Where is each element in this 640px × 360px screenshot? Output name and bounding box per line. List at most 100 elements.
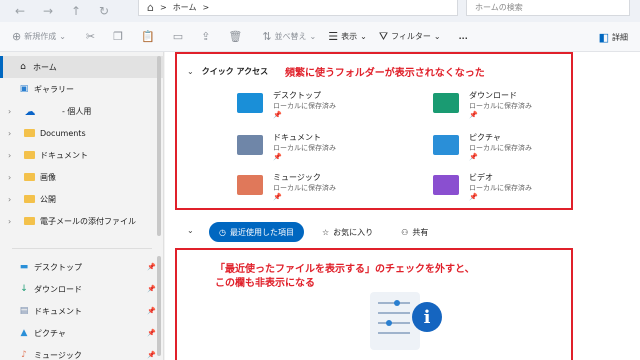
pin-icon: 📌 (273, 193, 282, 201)
info-icon: i (412, 302, 442, 332)
share-button[interactable]: ⇪ (195, 22, 216, 52)
plus-icon: ⊕ (12, 30, 22, 43)
chevron-right-icon: › (8, 106, 12, 116)
pin-icon[interactable]: 📌 (147, 263, 156, 271)
pin-icon[interactable]: 📌 (147, 285, 156, 293)
sidebar-item-label: ドキュメント (40, 150, 88, 160)
sidebar-scrollbar[interactable] (157, 56, 161, 236)
quick-access-item-pictures[interactable]: ピクチャ ローカルに保存済み 📌 (433, 132, 613, 164)
sidebar-item-documents[interactable]: ▤ ドキュメント 📌 (0, 300, 164, 322)
new-button[interactable]: ⊕ 新規作成 ⌄ (6, 22, 72, 52)
quick-access-item-documents[interactable]: ドキュメント ローカルに保存済み 📌 (237, 132, 417, 164)
sort-label: 並べ替え (274, 32, 307, 41)
chevron-down-icon: ⌄ (309, 32, 317, 41)
view-button[interactable]: ☰ 表示 ⌄ (322, 22, 373, 52)
details-label: 詳細 (612, 32, 628, 42)
callout-text-bottom-2: この欄も非表示になる (215, 278, 315, 289)
sidebar-item-label: - 個人用 (62, 106, 92, 116)
tab-favorites[interactable]: ☆ お気に入り (311, 222, 384, 242)
sidebar-item-label: 公開 (40, 194, 56, 204)
quick-access-item-downloads[interactable]: ダウンロード ローカルに保存済み 📌 (433, 90, 613, 122)
item-name: ドキュメント (273, 133, 321, 142)
sidebar-item-downloads[interactable]: ↓ ダウンロード 📌 (0, 278, 164, 300)
empty-state-illustration: i (370, 288, 446, 352)
rename-button[interactable]: ▭ (167, 22, 189, 52)
pin-icon[interactable]: 📌 (147, 329, 156, 337)
pin-icon: 📌 (273, 153, 282, 161)
item-name: ピクチャ (469, 133, 501, 142)
sidebar-scrollbar-lower[interactable] (157, 256, 161, 356)
address-location: ホーム (172, 3, 197, 12)
details-button[interactable]: ◧ 詳細 (593, 22, 634, 52)
rename-icon: ▭ (172, 30, 184, 43)
sidebar-item-desktop[interactable]: ▬ デスクトップ 📌 (0, 256, 164, 278)
item-status: ローカルに保存済み (469, 144, 532, 152)
item-name: ダウンロード (469, 91, 517, 100)
paste-button[interactable]: 📋 (135, 22, 161, 52)
scissors-icon: ✂ (85, 30, 96, 43)
desktop-icon: ▬ (19, 262, 29, 272)
tab-label: お気に入り (333, 227, 374, 237)
pin-icon: 📌 (469, 111, 478, 119)
search-input[interactable]: ホームの検索 (466, 0, 630, 16)
pictures-folder-icon (433, 135, 459, 155)
sidebar-item-pictures[interactable]: ▲ ピクチャ 📌 (0, 322, 164, 344)
sidebar-item-music[interactable]: ♪ ミュージック 📌 (0, 344, 164, 360)
title-bar: ← → ↑ ↻ ⌂ > ホーム > ホームの検索 (0, 0, 640, 22)
copy-button[interactable]: ❐ (107, 22, 129, 52)
refresh-icon[interactable]: ↻ (90, 0, 118, 22)
documents-folder-icon (237, 135, 263, 155)
download-icon: ↓ (20, 284, 28, 294)
sidebar-item-folder[interactable]: › ドキュメント (0, 144, 164, 166)
content-pane: ⌄ クイック アクセス 頻繁に使うフォルダーが表示されなくなった デスクトップ … (165, 52, 640, 360)
sidebar-divider (12, 248, 152, 249)
navigation-pane: ⌂ ホーム ▣ ギャラリー › ☁ - 個人用 › Documents › ドキ… (0, 52, 164, 360)
chevron-right-icon: › (8, 150, 12, 160)
chevron-right-icon: › (8, 194, 12, 204)
up-icon[interactable]: ↑ (62, 0, 90, 22)
quick-access-item-music[interactable]: ミュージック ローカルに保存済み 📌 (237, 172, 417, 204)
sidebar-item-folder[interactable]: › 電子メールの添付ファイル (0, 210, 164, 232)
more-button[interactable]: ... (453, 22, 474, 52)
delete-button[interactable]: 🗑 (222, 22, 248, 52)
filter-button[interactable]: ⛛ フィルター ⌄ (373, 22, 447, 52)
chevron-right-icon: › (8, 172, 12, 182)
filter-icon: ⛛ (378, 29, 389, 43)
tab-recent[interactable]: ◷ 最近使用した項目 (209, 222, 304, 242)
item-status: ローカルに保存済み (273, 184, 336, 192)
sort-button[interactable]: ⇅ 並べ替え ⌄ (256, 22, 322, 52)
recent-section-toggle[interactable]: ⌄ (187, 226, 194, 235)
back-icon[interactable]: ← (6, 0, 34, 22)
view-icon: ☰ (328, 30, 339, 43)
sidebar-item-label: ドキュメント (34, 306, 82, 316)
sidebar-item-folder[interactable]: › 画像 (0, 166, 164, 188)
chevron-down-icon: ⌄ (187, 226, 194, 235)
search-placeholder: ホームの検索 (475, 3, 523, 12)
filter-label: フィルター (391, 32, 431, 41)
sidebar-item-gallery[interactable]: ▣ ギャラリー (0, 78, 164, 100)
music-icon: ♪ (21, 350, 27, 360)
clock-icon: ◷ (219, 227, 226, 237)
address-bar[interactable]: ⌂ > ホーム > (138, 0, 458, 16)
sidebar-item-home[interactable]: ⌂ ホーム (0, 56, 164, 78)
cut-button[interactable]: ✂ (80, 22, 101, 52)
sidebar-item-folder[interactable]: › Documents (0, 122, 164, 144)
sidebar-item-label: 画像 (40, 172, 56, 182)
desktop-folder-icon (237, 93, 263, 113)
pin-icon[interactable]: 📌 (147, 307, 156, 315)
sidebar-item-label: Documents (40, 128, 86, 138)
sidebar-item-label: ダウンロード (34, 284, 82, 294)
pin-icon[interactable]: 📌 (147, 351, 156, 359)
forward-icon[interactable]: → (34, 0, 62, 22)
new-label: 新規作成 (24, 32, 57, 41)
star-icon: ☆ (321, 227, 330, 237)
sidebar-item-label: デスクトップ (34, 262, 82, 272)
address-separator: > (159, 3, 167, 12)
quick-access-item-desktop[interactable]: デスクトップ ローカルに保存済み 📌 (237, 90, 417, 122)
sidebar-item-folder[interactable]: › 公開 (0, 188, 164, 210)
sidebar-item-onedrive[interactable]: › ☁ - 個人用 (0, 100, 164, 122)
paste-icon: 📋 (141, 30, 155, 43)
pin-icon: 📌 (273, 111, 282, 119)
quick-access-item-videos[interactable]: ビデオ ローカルに保存済み 📌 (433, 172, 613, 204)
tab-shared[interactable]: ⚇ 共有 (391, 222, 439, 242)
